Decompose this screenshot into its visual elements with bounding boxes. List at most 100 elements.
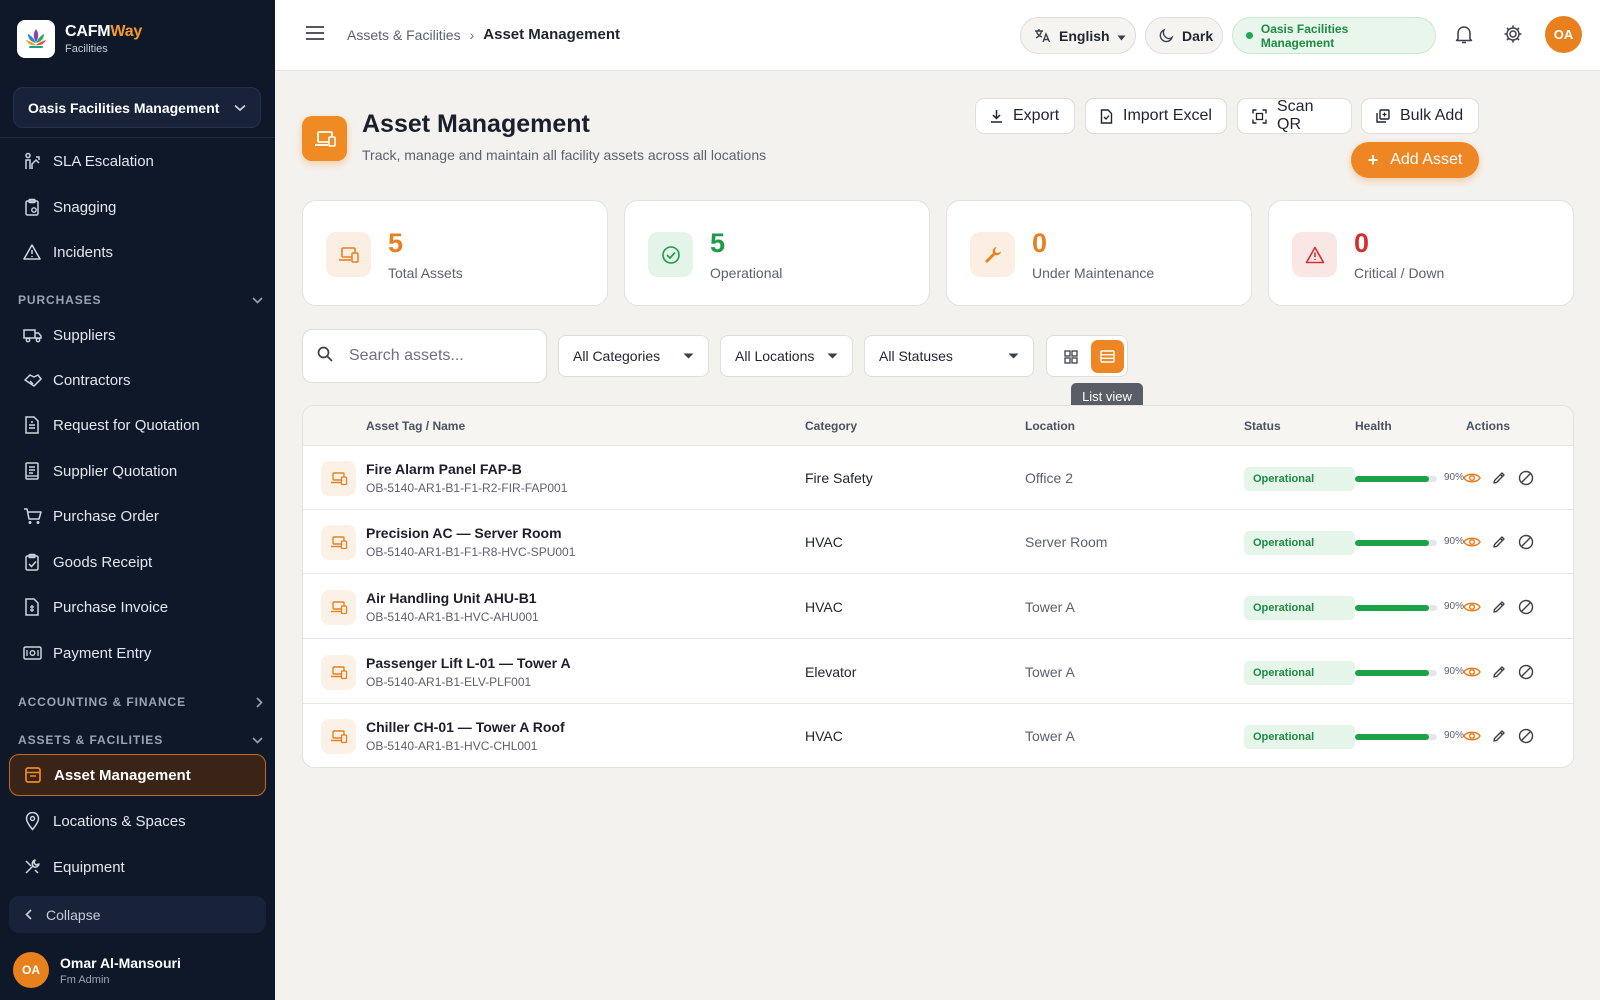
- organization-badge[interactable]: Oasis Facilities Management: [1232, 17, 1436, 54]
- grid-view-button[interactable]: [1055, 341, 1087, 373]
- edit-icon[interactable]: [1488, 725, 1510, 747]
- asset-category: Elevator: [805, 664, 857, 680]
- edit-icon[interactable]: [1488, 467, 1510, 489]
- scan-qr-button[interactable]: Scan QR: [1237, 98, 1352, 134]
- menu-icon[interactable]: [305, 25, 325, 46]
- disable-icon[interactable]: [1515, 725, 1537, 747]
- view-icon[interactable]: [1461, 531, 1483, 553]
- search-input[interactable]: [349, 347, 519, 365]
- asset-location: Office 2: [1025, 470, 1073, 486]
- asset-tag: OB-5140-AR1-B1-ELV-PLF001: [366, 675, 532, 689]
- status-badge: Operational: [1244, 725, 1355, 749]
- divider: [0, 137, 275, 138]
- escalation-icon: [22, 151, 42, 171]
- sidebar-item-request-for-quotation[interactable]: Request for Quotation: [9, 404, 266, 446]
- bell-icon[interactable]: [1455, 24, 1473, 49]
- stat-label: Critical / Down: [1354, 265, 1445, 281]
- plus-icon: +: [1367, 149, 1379, 170]
- view-icon[interactable]: [1461, 467, 1483, 489]
- asset-name[interactable]: Passenger Lift L-01 — Tower A: [366, 655, 571, 671]
- sidebar-item-incidents[interactable]: Incidents: [9, 231, 266, 273]
- section-accounting-finance[interactable]: ACCOUNTING & FINANCE: [18, 695, 263, 709]
- asset-name[interactable]: Precision AC — Server Room: [366, 525, 562, 541]
- column-header-health[interactable]: Health: [1355, 419, 1392, 433]
- chevron-down-icon: [252, 296, 263, 304]
- language-selector[interactable]: English: [1020, 17, 1136, 54]
- sidebar-item-suppliers[interactable]: Suppliers: [9, 314, 266, 356]
- export-button[interactable]: Export: [975, 98, 1075, 134]
- table-row[interactable]: Chiller CH-01 — Tower A Roof OB-5140-AR1-…: [303, 704, 1573, 767]
- sidebar-item-equipment[interactable]: Equipment: [9, 846, 266, 888]
- sidebar-item-supplier-quotation[interactable]: Supplier Quotation: [9, 450, 266, 492]
- collapse-sidebar-button[interactable]: Collapse: [9, 896, 266, 933]
- status-dot: [1246, 32, 1253, 39]
- payment-icon: [22, 643, 42, 663]
- brand[interactable]: CAFMWay Facilities: [17, 20, 142, 58]
- table-header: Asset Tag / Name Category Location Statu…: [303, 406, 1573, 446]
- status-filter[interactable]: All Statuses: [864, 335, 1034, 377]
- column-header-category[interactable]: Category: [805, 419, 857, 433]
- disable-icon[interactable]: [1515, 467, 1537, 489]
- asset-name[interactable]: Air Handling Unit AHU-B1: [366, 590, 537, 606]
- asset-icon: [321, 525, 356, 560]
- sidebar-item-payment-entry[interactable]: Payment Entry: [9, 632, 266, 674]
- section-assets-facilities[interactable]: ASSETS & FACILITIES: [18, 733, 263, 747]
- chevron-down-icon: [252, 736, 263, 744]
- user-name: Omar Al-Mansouri: [60, 954, 181, 971]
- chevron-left-icon: [25, 907, 32, 923]
- disable-icon[interactable]: [1515, 596, 1537, 618]
- caret-down-icon: [1117, 28, 1126, 44]
- organization-select[interactable]: Oasis Facilities Management: [13, 87, 261, 128]
- avatar[interactable]: OA: [1545, 16, 1582, 53]
- health-bar-fill: [1355, 540, 1429, 546]
- sidebar-item-purchase-invoice[interactable]: Purchase Invoice: [9, 586, 266, 628]
- sidebar-item-goods-receipt[interactable]: Goods Receipt: [9, 541, 266, 583]
- theme-toggle[interactable]: Dark: [1145, 17, 1223, 54]
- asset-name[interactable]: Chiller CH-01 — Tower A Roof: [366, 719, 565, 735]
- table-row[interactable]: Precision AC — Server Room OB-5140-AR1-B1…: [303, 510, 1573, 574]
- add-asset-button[interactable]: + Add Asset: [1351, 142, 1479, 178]
- edit-icon[interactable]: [1488, 531, 1510, 553]
- column-header-location[interactable]: Location: [1025, 419, 1075, 433]
- gear-icon[interactable]: [1503, 24, 1523, 49]
- import-excel-button[interactable]: Import Excel: [1085, 98, 1227, 134]
- sidebar-item-locations-spaces[interactable]: Locations & Spaces: [9, 800, 266, 842]
- asset-tag: OB-5140-AR1-B1-HVC-CHL001: [366, 739, 538, 753]
- qr-scan-icon: [1252, 108, 1267, 124]
- stat-value: 0: [1354, 228, 1370, 258]
- edit-icon[interactable]: [1488, 661, 1510, 683]
- section-purchases[interactable]: PURCHASES: [18, 293, 263, 307]
- disable-icon[interactable]: [1515, 531, 1537, 553]
- asset-name[interactable]: Fire Alarm Panel FAP-B: [366, 461, 522, 477]
- table-row[interactable]: Passenger Lift L-01 — Tower A OB-5140-AR1…: [303, 640, 1573, 704]
- location-filter[interactable]: All Locations: [720, 335, 853, 377]
- edit-icon[interactable]: [1488, 596, 1510, 618]
- asset-location: Tower A: [1025, 664, 1075, 680]
- sidebar-item-contractors[interactable]: Contractors: [9, 359, 266, 401]
- list-view-button[interactable]: [1091, 340, 1124, 373]
- column-header-status[interactable]: Status: [1244, 419, 1281, 433]
- stat-card-operational: 5 Operational: [624, 200, 930, 306]
- search-box[interactable]: [302, 329, 547, 383]
- column-header-name[interactable]: Asset Tag / Name: [366, 419, 465, 433]
- user-profile[interactable]: OA Omar Al-Mansouri Fm Admin: [13, 952, 181, 988]
- bulk-add-button[interactable]: Bulk Add: [1361, 98, 1479, 134]
- top-bar: Assets & Facilities › Asset Management E…: [275, 0, 1600, 71]
- view-icon[interactable]: [1461, 596, 1483, 618]
- sidebar-item-sla-escalation[interactable]: SLA Escalation: [9, 140, 266, 182]
- invoice-icon: [22, 597, 42, 617]
- breadcrumb-parent[interactable]: Assets & Facilities: [347, 27, 461, 43]
- sidebar-item-purchase-order[interactable]: Purchase Order: [9, 495, 266, 537]
- check-circle-icon: [648, 232, 693, 277]
- view-icon[interactable]: [1461, 661, 1483, 683]
- table-row[interactable]: Air Handling Unit AHU-B1 OB-5140-AR1-B1-H…: [303, 575, 1573, 639]
- disable-icon[interactable]: [1515, 661, 1537, 683]
- copy-icon: [1376, 109, 1390, 123]
- moon-icon: [1159, 28, 1174, 43]
- category-filter[interactable]: All Categories: [558, 335, 709, 377]
- view-icon[interactable]: [1461, 725, 1483, 747]
- asset-icon: [23, 765, 43, 785]
- table-row[interactable]: Fire Alarm Panel FAP-B OB-5140-AR1-B1-F1-…: [303, 446, 1573, 510]
- sidebar-item-snagging[interactable]: Snagging: [9, 186, 266, 228]
- sidebar-item-asset-management[interactable]: Asset Management: [9, 754, 266, 796]
